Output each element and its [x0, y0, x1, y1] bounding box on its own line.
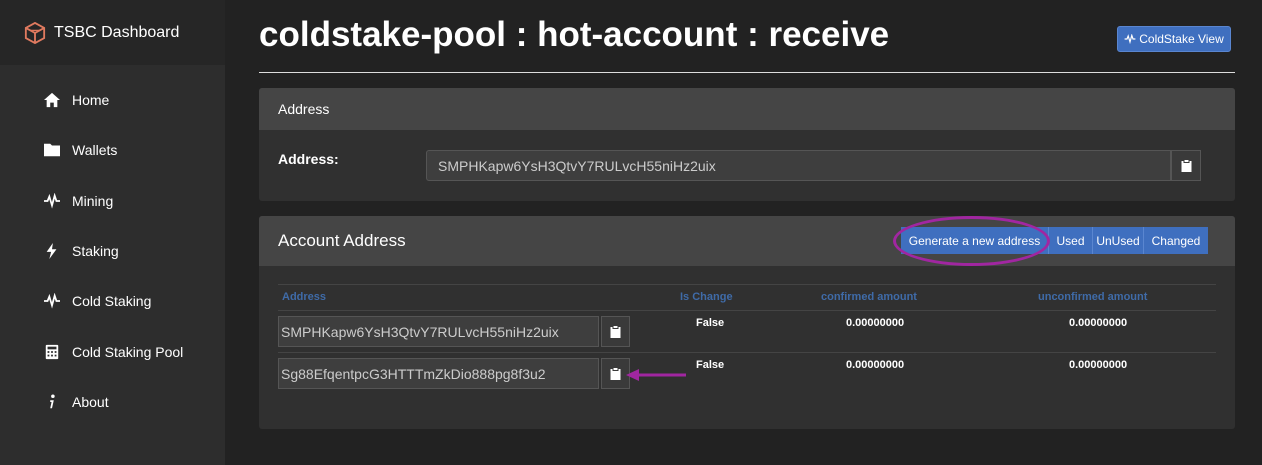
column-header-unconfirmed: unconfirmed amount: [1038, 291, 1148, 303]
account-address-panel: Account Address Generate a new address U…: [259, 216, 1235, 429]
table-header: Address Is Change confirmed amount uncon…: [278, 284, 1216, 304]
sidebar-item-cold-staking[interactable]: Cold Staking: [0, 276, 225, 326]
sidebar-item-label: About: [72, 393, 109, 410]
table-row: Sg88EfqentpcG3HTTTmZkDio888pg8f3u2 False…: [278, 352, 1216, 394]
filter-used-button[interactable]: Used: [1049, 227, 1093, 254]
row-confirmed-amount: 0.00000000: [846, 317, 905, 329]
filter-unused-button[interactable]: UnUsed: [1093, 227, 1144, 254]
sidebar-item-label: Home: [72, 92, 110, 109]
clipboard-icon: [610, 325, 621, 338]
pulse-icon: [1124, 34, 1136, 44]
generate-address-button[interactable]: Generate a new address: [901, 227, 1049, 254]
address-label: Address:: [278, 151, 339, 167]
coldstake-view-label: ColdStake View: [1139, 32, 1224, 46]
clipboard-icon: [1181, 159, 1191, 172]
column-header-is-change: Is Change: [680, 291, 733, 303]
info-icon: [42, 393, 62, 411]
sidebar-item-mining[interactable]: Mining: [0, 176, 225, 226]
brand[interactable]: TSBC Dashboard: [0, 0, 225, 65]
address-panel: Address Address: SMPHKapw6YsH3QtvY7RULvc…: [259, 88, 1235, 201]
sidebar-item-label: Mining: [72, 192, 114, 209]
sidebar-item-label: Wallets: [72, 142, 118, 159]
row-address-field[interactable]: SMPHKapw6YsH3QtvY7RULvcH55niHz2uix: [278, 316, 599, 347]
sidebar-item-label: Cold Staking Pool: [72, 343, 184, 360]
home-icon: [42, 91, 62, 109]
row-unconfirmed-amount: 0.00000000: [1069, 359, 1128, 371]
page-title: coldstake-pool : hot-account : receive: [259, 15, 890, 54]
sidebar-nav: Home Wallets Mining Staking Cold Staking…: [0, 65, 225, 427]
address-panel-heading: Address: [259, 88, 1235, 130]
sidebar: TSBC Dashboard Home Wallets Mining Staki…: [0, 0, 225, 465]
sidebar-item-label: Cold Staking: [72, 293, 152, 310]
row-address-field[interactable]: Sg88EfqentpcG3HTTTmZkDio888pg8f3u2: [278, 358, 599, 389]
column-header-address: Address: [282, 291, 327, 303]
pulse-icon: [42, 192, 62, 210]
row-is-change: False: [696, 317, 725, 329]
bolt-icon: [42, 242, 62, 260]
folder-icon: [42, 141, 62, 159]
sidebar-item-home[interactable]: Home: [0, 75, 225, 125]
row-confirmed-amount: 0.00000000: [846, 359, 905, 371]
filter-changed-button[interactable]: Changed: [1144, 227, 1208, 254]
sidebar-item-wallets[interactable]: Wallets: [0, 125, 225, 175]
sidebar-item-about[interactable]: About: [0, 377, 225, 427]
table-row: SMPHKapw6YsH3QtvY7RULvcH55niHz2uix False…: [278, 310, 1216, 352]
pulse-icon: [42, 292, 62, 310]
copy-row-address-button[interactable]: [601, 316, 630, 347]
row-is-change: False: [696, 359, 725, 371]
title-divider: [259, 72, 1235, 73]
column-header-confirmed: confirmed amount: [821, 291, 917, 303]
sidebar-item-label: Staking: [72, 243, 119, 260]
calculator-icon: [42, 343, 62, 361]
sidebar-item-cold-staking-pool[interactable]: Cold Staking Pool: [0, 326, 225, 376]
copy-address-button[interactable]: [1171, 150, 1201, 181]
address-field[interactable]: SMPHKapw6YsH3QtvY7RULvcH55niHz2uix: [426, 150, 1171, 181]
brand-name: TSBC Dashboard: [54, 23, 180, 41]
cube-logo-icon: [24, 21, 46, 44]
row-unconfirmed-amount: 0.00000000: [1069, 317, 1128, 329]
sidebar-item-staking[interactable]: Staking: [0, 226, 225, 276]
clipboard-icon: [610, 367, 621, 380]
annotation-arrow-icon: [626, 369, 686, 381]
address-filter-group: Generate a new address Used UnUsed Chang…: [901, 227, 1208, 254]
coldstake-view-button[interactable]: ColdStake View: [1117, 26, 1231, 52]
